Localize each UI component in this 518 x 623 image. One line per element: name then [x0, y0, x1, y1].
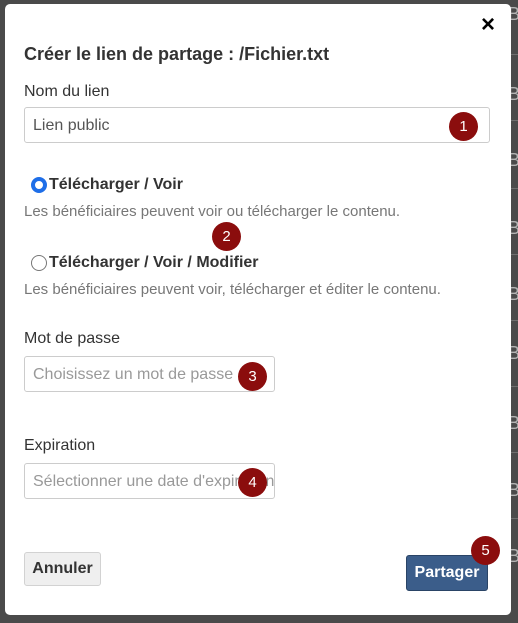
cancel-button[interactable]: Annuler [24, 552, 101, 586]
password-placeholder: Choisissez un mot de passe [33, 366, 234, 383]
permission-option-label: Télécharger / Voir [49, 176, 183, 193]
expiration-label: Expiration [24, 437, 96, 454]
callout-badge-3: 3 [238, 362, 267, 391]
radio-checked-icon[interactable] [31, 177, 47, 193]
callout-badge-5: 5 [471, 536, 500, 565]
link-name-value: Lien public [33, 117, 110, 134]
share-link-dialog: × Créer le lien de partage : /Fichier.tx… [5, 4, 511, 615]
permission-option-view-download-edit[interactable]: Télécharger / Voir / Modifier [31, 253, 259, 273]
link-name-input[interactable]: Lien public [24, 107, 490, 143]
permission-option-help: Les bénéficiaires peuvent voir, téléchar… [24, 281, 441, 298]
permission-option-view-download[interactable]: Télécharger / Voir [31, 175, 183, 195]
permission-option-label: Télécharger / Voir / Modifier [49, 254, 259, 271]
password-label: Mot de passe [24, 330, 121, 347]
permission-option-help: Les bénéficiaires peuvent voir ou téléch… [24, 203, 401, 220]
link-name-label: Nom du lien [24, 83, 110, 100]
callout-badge-4: 4 [238, 468, 267, 497]
radio-unchecked-icon[interactable] [31, 255, 47, 271]
callout-badge-2: 2 [212, 222, 241, 251]
dialog-title: Créer le lien de partage : /Fichier.txt [24, 44, 330, 64]
callout-badge-1: 1 [449, 112, 478, 141]
close-icon[interactable]: × [479, 13, 497, 37]
